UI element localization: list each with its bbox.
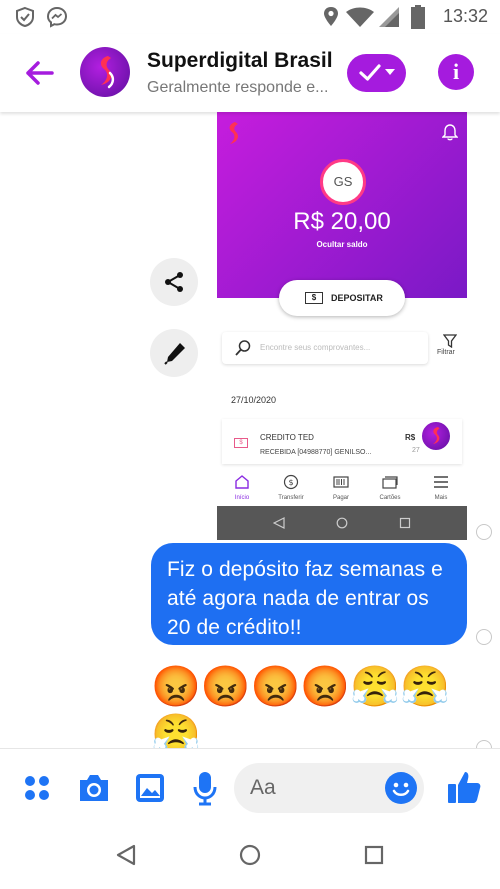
cards-icon bbox=[382, 476, 398, 489]
receipt-icon: $ bbox=[234, 438, 248, 448]
wifi-icon bbox=[346, 7, 374, 27]
outgoing-message-bubble[interactable]: Fiz o depósito faz semanas e até agora n… bbox=[151, 543, 467, 645]
cash-icon: $ bbox=[305, 292, 323, 304]
balance-amount: R$ 20,00 bbox=[293, 208, 391, 235]
smiley-icon bbox=[392, 782, 410, 796]
gallery-icon[interactable] bbox=[134, 772, 166, 804]
edit-button[interactable] bbox=[150, 329, 198, 377]
transaction-amount: R$ bbox=[405, 433, 416, 442]
nav-home-icon[interactable] bbox=[239, 844, 261, 866]
hide-balance-label: Ocultar saldo bbox=[316, 240, 368, 249]
microphone-icon[interactable] bbox=[191, 771, 219, 807]
transaction-description: RECEBIDA [04988770] GENILSO... bbox=[260, 449, 372, 456]
android-nav-bar-image bbox=[217, 506, 467, 540]
nav-mais: Mais bbox=[434, 495, 448, 501]
seen-indicator bbox=[476, 629, 492, 645]
menu-icon bbox=[434, 476, 448, 488]
svg-text:$: $ bbox=[288, 478, 293, 487]
location-icon bbox=[324, 7, 338, 26]
search-placeholder: Encontre seus comprovantes... bbox=[260, 343, 371, 352]
contact-name[interactable]: Superdigital Brasil bbox=[147, 49, 333, 73]
nav-pagar: Pagar bbox=[332, 495, 349, 501]
transaction-title: CREDITO TED bbox=[260, 433, 314, 442]
mark-done-button[interactable] bbox=[347, 54, 406, 92]
shield-check-icon bbox=[16, 6, 34, 28]
contact-status: Geralmente responde e... bbox=[147, 79, 329, 96]
deposit-label: DEPOSITAR bbox=[331, 293, 383, 303]
nav-recents-icon[interactable] bbox=[364, 845, 384, 865]
app-bottom-nav: Início $ Transferir Pagar Cartões Mais bbox=[217, 470, 467, 506]
cell-signal-icon bbox=[379, 7, 399, 27]
nav-cartoes: Cartões bbox=[379, 495, 401, 501]
user-initials-avatar: GS bbox=[320, 159, 366, 205]
android-navigation-bar bbox=[0, 828, 500, 889]
back-triangle-icon bbox=[273, 517, 285, 529]
camera-icon[interactable] bbox=[77, 773, 111, 803]
search-icon bbox=[235, 340, 251, 356]
nav-transferir: Transferir bbox=[278, 495, 304, 501]
superdigital-logo-icon bbox=[100, 56, 115, 89]
home-circle-icon bbox=[336, 517, 348, 529]
transaction-date: 27/10/2020 bbox=[231, 395, 277, 405]
bell-icon bbox=[442, 124, 458, 141]
nav-inicio: Início bbox=[234, 495, 250, 501]
transaction-amount-sub: 27 bbox=[412, 447, 420, 454]
message-input-placeholder: Aa bbox=[250, 776, 276, 799]
nav-back-icon[interactable] bbox=[115, 844, 137, 866]
info-icon: i bbox=[452, 59, 460, 84]
share-button[interactable] bbox=[150, 258, 198, 306]
share-icon bbox=[165, 272, 183, 292]
pencil-icon bbox=[164, 343, 185, 365]
clock: 13:32 bbox=[442, 6, 488, 26]
home-icon bbox=[235, 475, 249, 489]
contact-avatar[interactable] bbox=[80, 47, 130, 97]
thumbs-up-icon[interactable] bbox=[446, 769, 482, 805]
barcode-icon bbox=[333, 476, 349, 488]
check-icon bbox=[359, 64, 381, 81]
info-button[interactable]: i bbox=[438, 54, 474, 90]
emoji-button[interactable] bbox=[385, 772, 417, 804]
seen-indicator bbox=[476, 524, 492, 540]
superdigital-logo-icon bbox=[433, 427, 440, 444]
chevron-down-icon bbox=[385, 69, 395, 75]
status-bar: 13:32 bbox=[0, 0, 500, 34]
chat-head-avatar bbox=[420, 420, 452, 452]
filter-label: Filtrar bbox=[437, 349, 455, 356]
message-input[interactable]: Aa bbox=[234, 763, 424, 813]
receipt-search-field: Encontre seus comprovantes... bbox=[222, 332, 428, 364]
emoji-message[interactable]: 😡😡😡😡😤😤 bbox=[151, 664, 450, 710]
battery-icon bbox=[411, 5, 425, 29]
balance-card: GS R$ 20,00 Ocultar saldo bbox=[217, 112, 467, 298]
superdigital-logo-icon bbox=[229, 122, 238, 144]
recents-square-icon bbox=[399, 517, 411, 529]
message-composer: Aa bbox=[0, 748, 500, 828]
deposit-button: $ DEPOSITAR bbox=[279, 280, 405, 316]
conversation-header: Superdigital Brasil Geralmente responde … bbox=[0, 34, 500, 112]
filter-icon bbox=[443, 334, 457, 348]
shared-screenshot-image[interactable]: GS R$ 20,00 Ocultar saldo $ DEPOSITAR En… bbox=[217, 112, 467, 540]
back-arrow-icon[interactable] bbox=[20, 54, 58, 92]
more-actions-icon[interactable] bbox=[24, 775, 52, 803]
transfer-icon: $ bbox=[283, 474, 299, 490]
messenger-icon bbox=[46, 6, 68, 28]
